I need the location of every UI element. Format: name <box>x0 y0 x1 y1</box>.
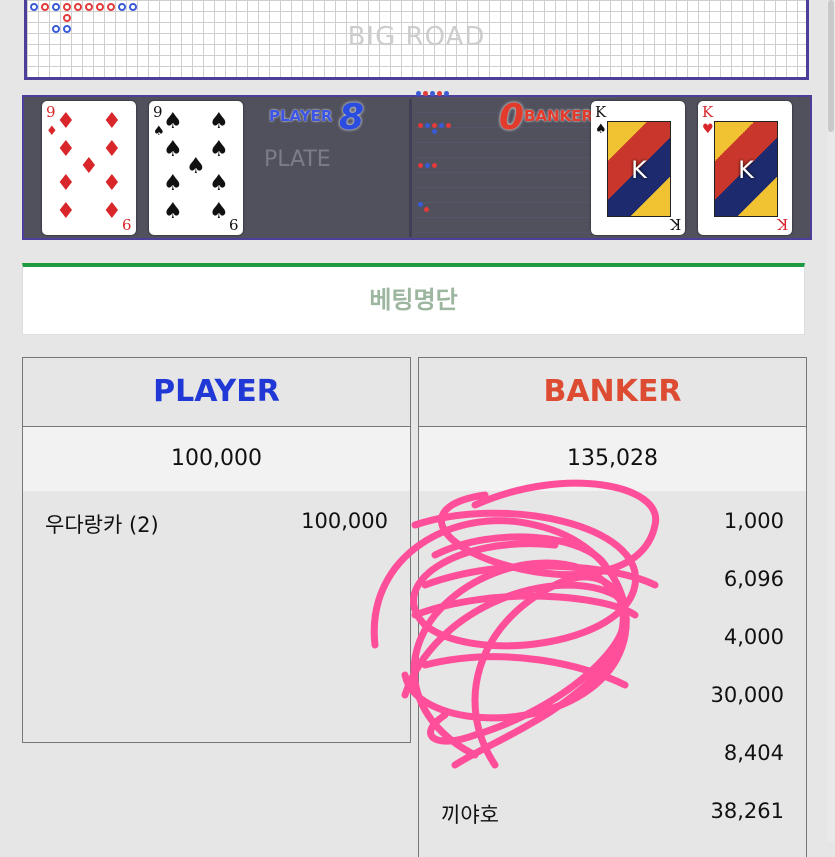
king-face-image: K <box>714 121 778 217</box>
bet-amount: 38,261 <box>710 799 784 823</box>
banker-column-header: BANKER <box>419 358 806 427</box>
spade-icon: ♠ <box>163 171 183 196</box>
player-score: 8 <box>339 97 365 138</box>
diamond-icon: ♦ <box>56 137 76 162</box>
player-column-header: PLAYER <box>23 358 410 427</box>
diamond-icon: ♦ <box>56 199 76 224</box>
diamond-icon: ♦ <box>79 154 99 179</box>
player-card-1: 9 ♦ ♦ ♦ ♦ ♦ ♦ ♦ ♦ ♦ ♦ 9 <box>42 101 136 235</box>
ghost-label: PLATE <box>264 147 331 172</box>
mini-dot <box>432 123 437 128</box>
mini-dot <box>446 123 451 128</box>
card-rank: K <box>776 215 788 233</box>
road-dot <box>85 3 93 11</box>
road-dot <box>107 3 115 11</box>
mini-dot <box>437 91 442 96</box>
mini-dot <box>418 123 423 128</box>
road-dot <box>41 3 49 11</box>
banker-card-1: K ♠ K K <box>591 101 685 235</box>
bet-amount: 30,000 <box>710 683 784 707</box>
road-dot <box>30 3 38 11</box>
diamond-icon: ♦ <box>102 109 122 134</box>
card-rank: 9 <box>229 215 239 233</box>
diamond-icon: ♦ <box>102 199 122 224</box>
bet-row: 끼야호 38,261 <box>419 781 806 839</box>
king-rank: K <box>631 156 647 184</box>
mini-dot <box>425 123 430 128</box>
road-dot <box>63 3 71 11</box>
banker-label: BANKER <box>524 107 594 125</box>
player-label: PLAYER <box>269 107 333 125</box>
spade-icon: ♠ <box>209 199 229 224</box>
card-rank: 9 <box>122 215 132 233</box>
card-rank: K <box>669 215 681 233</box>
bet-amount: 8,404 <box>723 741 784 765</box>
scrollbar[interactable] <box>827 0 835 842</box>
big-road-board: BIG ROAD <box>24 0 809 80</box>
spade-icon: ♠ <box>163 137 183 162</box>
banker-card-2: K ♥ K K <box>698 101 792 235</box>
bet-row: 우다랑카 (2) 100,000 <box>23 491 410 549</box>
bet-list-header: 베팅명단 <box>22 263 805 335</box>
spade-icon: ♠ <box>186 154 206 179</box>
king-face-image: K <box>607 121 671 217</box>
mini-dot <box>432 163 437 168</box>
spade-icon: ♠ <box>595 122 607 137</box>
bet-amount: 4,000 <box>723 625 784 649</box>
diamond-icon: ♦ <box>56 109 76 134</box>
banker-score: 0 <box>499 97 525 138</box>
spade-icon: ♠ <box>209 171 229 196</box>
mini-dot <box>418 202 423 207</box>
card-rank: 9 <box>46 103 56 121</box>
road-dot <box>74 3 82 11</box>
mini-dot <box>418 163 423 168</box>
big-road-label: BIG ROAD <box>347 22 486 52</box>
mini-dot <box>432 129 437 134</box>
mini-dot <box>439 123 444 128</box>
mini-dot <box>430 91 435 96</box>
bettor-name: 끼야호 <box>441 803 499 827</box>
road-dot <box>96 3 104 11</box>
game-result-panel: PLATE 9 ♦ ♦ ♦ ♦ ♦ ♦ ♦ ♦ ♦ ♦ 9 9 ♠ ♠ ♠ ♠ … <box>22 91 812 240</box>
bet-amount: 6,096 <box>723 567 784 591</box>
diamond-icon: ♦ <box>56 171 76 196</box>
scrollbar-thumb[interactable] <box>828 0 834 132</box>
king-rank: K <box>738 156 754 184</box>
diamond-icon: ♦ <box>102 137 122 162</box>
bet-list-title: 베팅명단 <box>369 286 458 314</box>
spade-icon: ♠ <box>163 199 183 224</box>
road-dot <box>52 25 60 33</box>
road-dot <box>129 3 137 11</box>
mini-dot <box>424 207 429 212</box>
mini-dot <box>444 91 449 96</box>
panel-divider <box>409 99 412 237</box>
redaction-scribble <box>370 479 660 769</box>
player-total: 100,000 <box>23 427 410 491</box>
player-bet-column: PLAYER 100,000 우다랑카 (2) 100,000 <box>22 357 411 743</box>
bettor-name: 우다랑카 (2) <box>45 513 159 537</box>
mini-dot <box>416 91 421 96</box>
card-rank: 9 <box>153 103 163 121</box>
bet-amount: 1,000 <box>723 509 784 533</box>
spade-icon: ♠ <box>209 137 229 162</box>
mini-dot <box>425 163 430 168</box>
heart-icon: ♥ <box>702 122 714 137</box>
diamond-icon: ♦ <box>102 171 122 196</box>
spade-icon: ♠ <box>163 109 183 134</box>
road-dot <box>63 25 71 33</box>
player-card-2: 9 ♠ ♠ ♠ ♠ ♠ ♠ ♠ ♠ ♠ ♠ 9 <box>149 101 243 235</box>
road-dot <box>52 3 60 11</box>
road-dot <box>63 14 71 22</box>
mini-dot <box>423 91 428 96</box>
spade-icon: ♠ <box>209 109 229 134</box>
road-dot <box>118 3 126 11</box>
